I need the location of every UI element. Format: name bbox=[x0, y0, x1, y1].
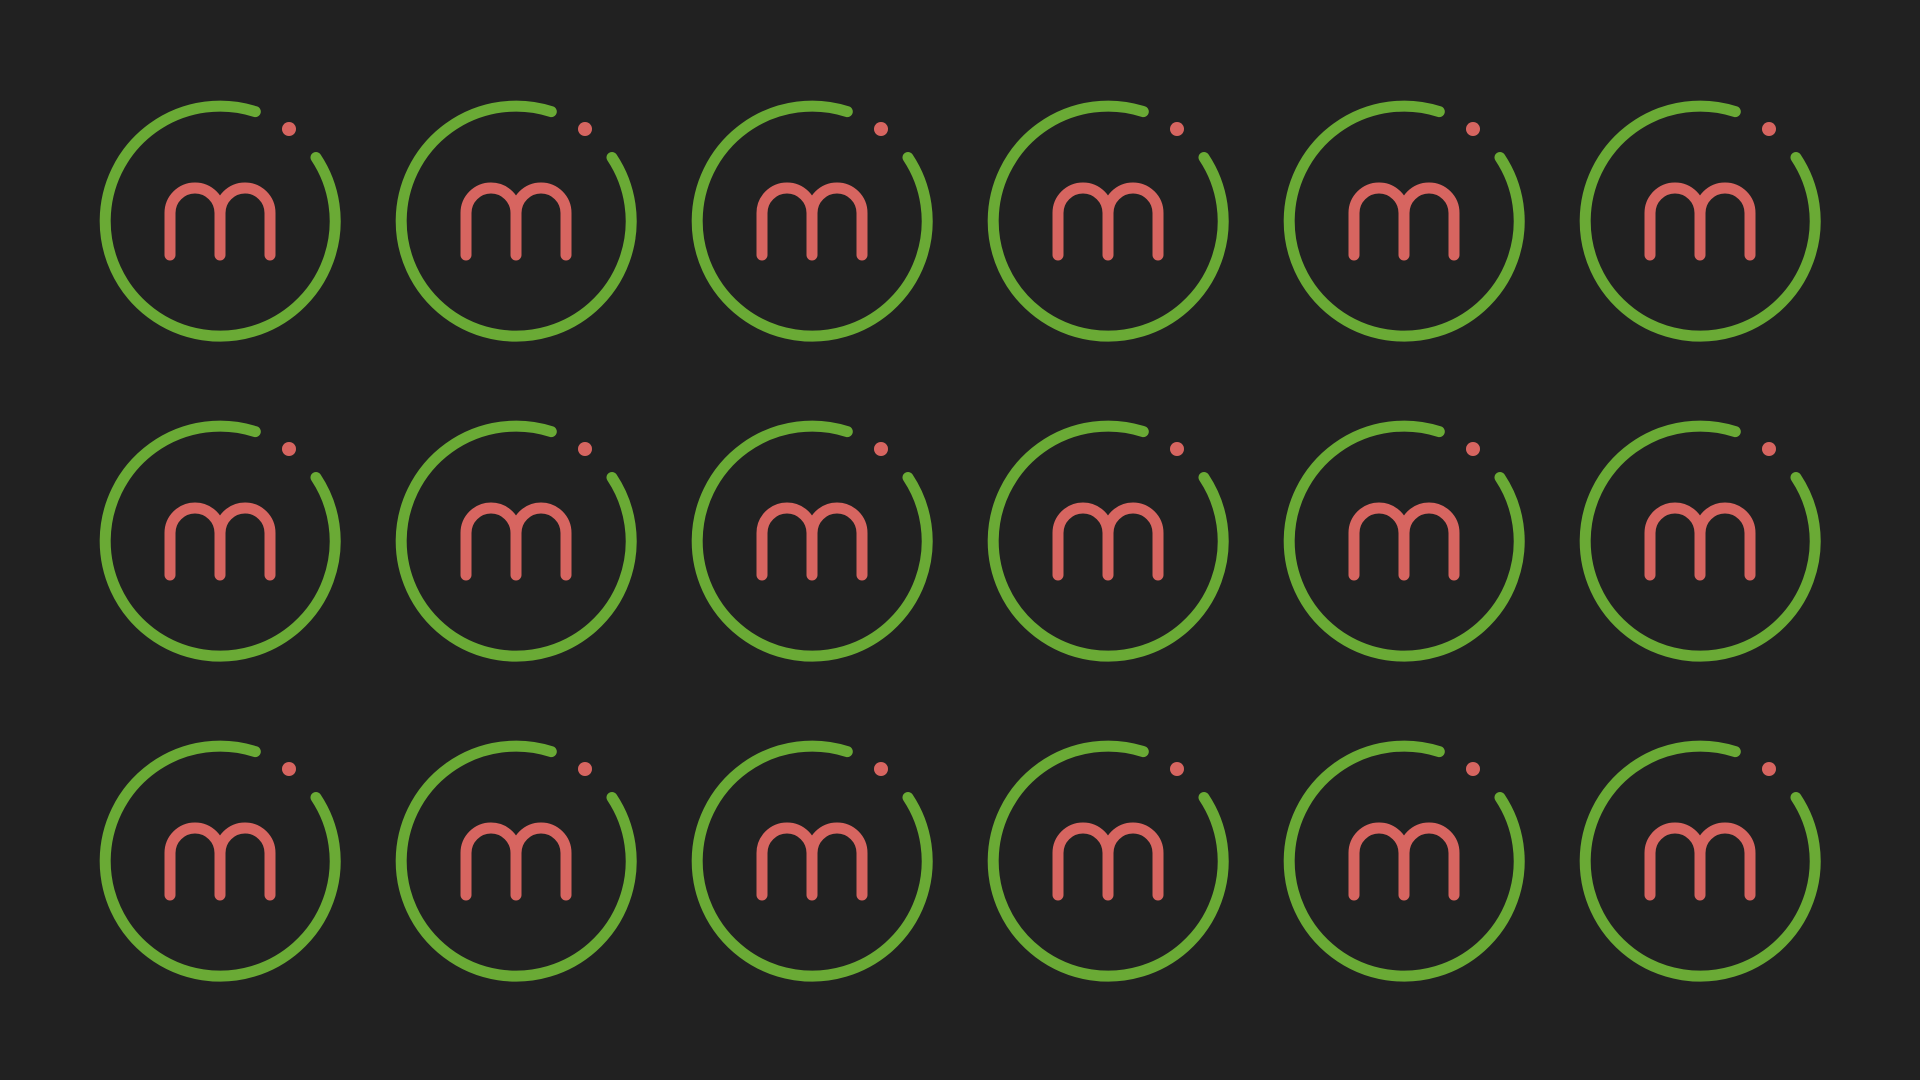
accent-dot bbox=[578, 762, 592, 776]
m-logo-icon bbox=[386, 91, 646, 351]
accent-dot bbox=[1170, 762, 1184, 776]
letter-m bbox=[460, 182, 572, 261]
accent-dot bbox=[1170, 122, 1184, 136]
accent-dot bbox=[1762, 762, 1776, 776]
letter-m bbox=[756, 182, 868, 261]
letter-m bbox=[164, 502, 276, 581]
letter-m bbox=[1644, 822, 1756, 901]
accent-dot bbox=[282, 762, 296, 776]
accent-dot bbox=[1762, 122, 1776, 136]
m-logo-icon bbox=[1570, 411, 1830, 671]
letter-m bbox=[756, 502, 868, 581]
accent-dot bbox=[578, 442, 592, 456]
accent-dot bbox=[1466, 762, 1480, 776]
letter-m bbox=[1348, 502, 1460, 581]
letter-m bbox=[1644, 502, 1756, 581]
m-logo-icon bbox=[1274, 731, 1534, 991]
letter-m bbox=[1052, 822, 1164, 901]
accent-dot bbox=[282, 122, 296, 136]
logo-pattern-canvas bbox=[0, 0, 1920, 1080]
accent-dot bbox=[874, 122, 888, 136]
letter-m bbox=[1348, 182, 1460, 261]
letter-m bbox=[460, 502, 572, 581]
accent-dot bbox=[874, 442, 888, 456]
m-logo-icon bbox=[978, 91, 1238, 351]
m-logo-icon bbox=[1274, 91, 1534, 351]
accent-dot bbox=[1170, 442, 1184, 456]
accent-dot bbox=[1762, 442, 1776, 456]
letter-m bbox=[1644, 182, 1756, 261]
m-logo-icon bbox=[1570, 91, 1830, 351]
letter-m bbox=[1052, 502, 1164, 581]
letter-m bbox=[1348, 822, 1460, 901]
letter-m bbox=[756, 822, 868, 901]
m-logo-icon bbox=[90, 91, 350, 351]
accent-dot bbox=[1466, 122, 1480, 136]
m-logo-icon bbox=[978, 411, 1238, 671]
accent-dot bbox=[282, 442, 296, 456]
m-logo-icon bbox=[682, 91, 942, 351]
m-logo-icon bbox=[682, 411, 942, 671]
letter-m bbox=[1052, 182, 1164, 261]
m-logo-icon bbox=[90, 731, 350, 991]
m-logo-icon bbox=[978, 731, 1238, 991]
letter-m bbox=[164, 822, 276, 901]
m-logo-icon bbox=[682, 731, 942, 991]
m-logo-icon bbox=[386, 731, 646, 991]
accent-dot bbox=[1466, 442, 1480, 456]
accent-dot bbox=[874, 762, 888, 776]
m-logo-icon bbox=[90, 411, 350, 671]
accent-dot bbox=[578, 122, 592, 136]
letter-m bbox=[460, 822, 572, 901]
m-logo-icon bbox=[1570, 731, 1830, 991]
letter-m bbox=[164, 182, 276, 261]
m-logo-icon bbox=[386, 411, 646, 671]
m-logo-icon bbox=[1274, 411, 1534, 671]
